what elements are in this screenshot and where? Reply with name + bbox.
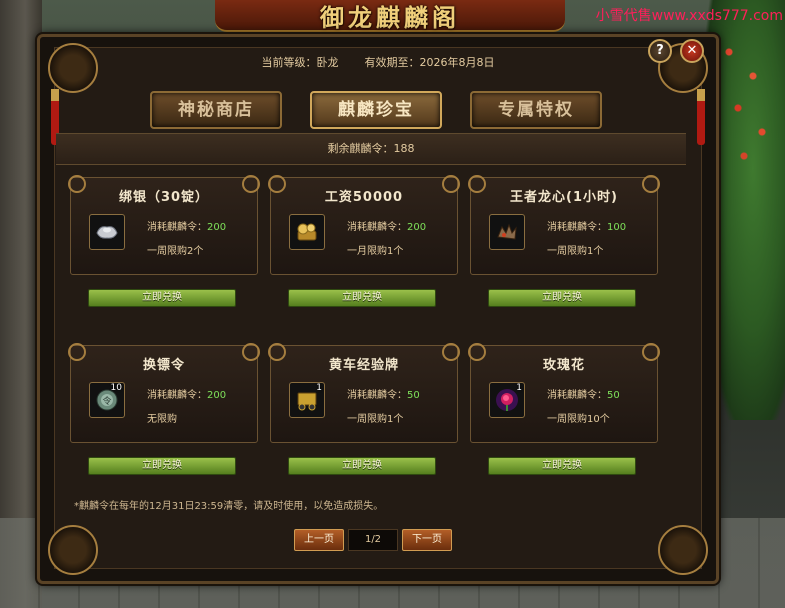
item-cost: 消耗麒麟令：200 [147,218,226,233]
item-cost: 消耗麒麟令：200 [147,386,226,401]
ornament-icon [48,525,98,575]
cost-label: 消耗麒麟令： [147,390,207,401]
silver-ingot-icon[interactable] [89,214,125,250]
background-flowers [717,20,777,180]
item-count: 1 [316,383,322,393]
item-cost: 消耗麒麟令：50 [347,386,420,401]
item-card-frame: 王者龙心(1小时) 消耗麒麟令：100 一周限购1个 [468,175,660,275]
tassel-decoration [697,89,705,145]
item-cost: 消耗麒麟令：100 [547,218,626,233]
exchange-button[interactable]: 立即兑换 [88,289,236,307]
background-wall [0,0,42,608]
cost-label: 消耗麒麟令： [347,222,407,233]
item-card-frame: 工资50000 消耗麒麟令：200 一月限购1个 [268,175,460,275]
item-card-frame: 绑银（30锭） 消耗麒麟令：200 一周限购2个 [68,175,260,275]
escort-token-icon[interactable]: 令 10 [89,382,125,418]
exchange-button[interactable]: 立即兑换 [288,457,436,475]
item-card-frame: 玫瑰花 1 消耗麒麟令：50 一周限购10个 [468,343,660,443]
cost-value: 200 [407,222,427,233]
item-limit: 一周限购1个 [547,246,604,257]
rose-icon[interactable]: 1 [489,382,525,418]
cost-value: 100 [607,222,627,233]
cost-label: 消耗麒麟令： [147,222,207,233]
yellow-cart-icon[interactable]: 1 [289,382,325,418]
item-cost: 消耗麒麟令：200 [347,218,426,233]
exchange-button[interactable]: 立即兑换 [488,289,636,307]
tab-bar: 神秘商店 麒麟珍宝 专属特权 [150,91,610,129]
item-limit: 一周限购10个 [547,414,610,425]
item-limit: 一周限购2个 [147,246,204,257]
item-limit: 一月限购1个 [347,246,404,257]
cost-label: 消耗麒麟令： [347,390,407,401]
remaining-tokens: 剩余麒麟令：188 [56,133,686,165]
item-name: 绑银（30锭） [118,190,210,205]
cost-value: 200 [207,390,227,401]
vip-level-text: 当前等级：卧龙 [261,56,339,69]
cost-value: 50 [407,390,420,401]
item-card-frame: 黄车经验牌 1 消耗麒麟令：50 一周限购1个 [268,343,460,443]
item-cost: 消耗麒麟令：50 [547,386,620,401]
page-indicator: 1/2 [348,529,398,551]
exchange-button[interactable]: 立即兑换 [88,457,236,475]
item-grid: 绑银（30锭） 消耗麒麟令：200 一周限购2个 立即兑换 工资50000 消耗… [68,175,690,487]
item-limit: 无限购 [147,414,177,425]
item-name: 黄车经验牌 [328,358,399,373]
item-card-frame: 换镖令 令 10 消耗麒麟令：200 无限购 [68,343,260,443]
item-name: 玫瑰花 [542,358,585,373]
next-page-button[interactable]: 下一页 [402,529,452,551]
cost-label: 消耗麒麟令： [547,222,607,233]
qilin-treasure-panel: 当前等级：卧龙 有效期至：2026年8月8日 ? ✕ 神秘商店 麒麟珍宝 专属特… [37,34,719,584]
cost-value: 50 [607,390,620,401]
dragon-heart-icon[interactable] [489,214,525,250]
close-button[interactable]: ✕ [680,39,704,63]
item-count: 10 [110,383,122,393]
reset-notice: *麒麟令在每年的12月31日23:59清零，请及时使用，以免造成损失。 [74,501,384,512]
prev-page-button[interactable]: 上一页 [294,529,344,551]
item-limit: 一周限购1个 [347,414,404,425]
exchange-button[interactable]: 立即兑换 [488,457,636,475]
ornament-icon [48,43,98,93]
tab-qilin-treasure[interactable]: 麒麟珍宝 [310,91,442,129]
cost-value: 200 [207,222,227,233]
exchange-button[interactable]: 立即兑换 [288,289,436,307]
expiry-text: 有效期至：2026年8月8日 [364,56,495,69]
item-count: 1 [516,383,522,393]
pagination: 上一页 1/2 下一页 [294,529,452,551]
tab-exclusive-privilege[interactable]: 专属特权 [470,91,602,129]
item-name: 王者龙心(1小时) [510,190,618,205]
ornament-icon [658,525,708,575]
help-button[interactable]: ? [648,39,672,63]
svg-text:令: 令 [102,395,111,407]
top-banner: 御龙麒麟阁 [215,0,565,32]
cost-label: 消耗麒麟令： [547,390,607,401]
header-bar: 当前等级：卧龙 有效期至：2026年8月8日 [100,51,656,73]
item-name: 换镖令 [142,358,185,373]
item-name: 工资50000 [324,190,404,205]
tab-mystery-shop[interactable]: 神秘商店 [150,91,282,129]
gold-coins-icon[interactable] [289,214,325,250]
banner-title: 御龙麒麟阁 [320,3,460,32]
watermark: 小雪代售www.xxds777.com [595,8,783,24]
